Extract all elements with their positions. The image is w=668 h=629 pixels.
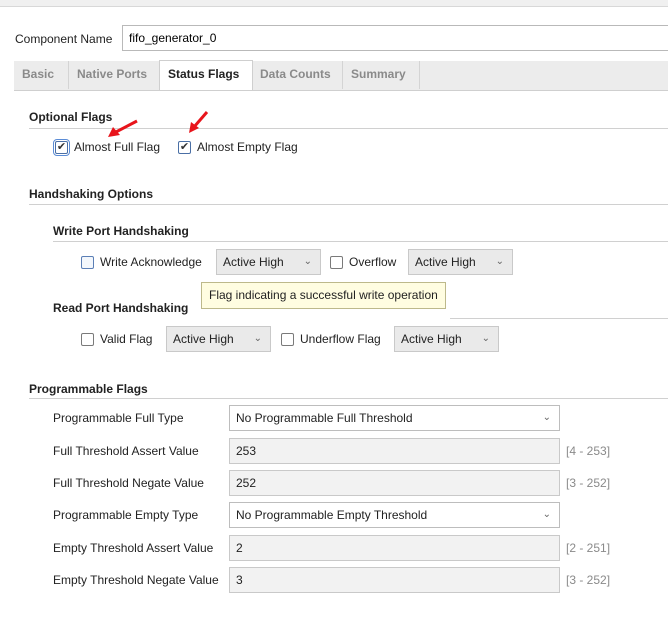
full-threshold-assert-label: Full Threshold Assert Value [53, 444, 199, 458]
overflow-polarity-select[interactable]: Active High ⌄ [408, 249, 513, 275]
tab-bar: Basic Native Ports Status Flags Data Cou… [14, 60, 668, 91]
chevron-down-icon: ⌄ [542, 509, 551, 520]
valid-polarity-select[interactable]: Active High ⌄ [166, 326, 271, 352]
annotation-arrow-icon [108, 119, 138, 137]
checkbox-box [330, 255, 343, 269]
divider [29, 398, 668, 399]
valid-flag-label: Valid Flag [100, 332, 153, 346]
almost-full-flag-checkbox[interactable]: ✔ Almost Full Flag [53, 138, 161, 156]
full-threshold-negate-label: Full Threshold Negate Value [53, 476, 204, 490]
programmable-full-type-value: No Programmable Full Threshold [236, 411, 413, 425]
divider [53, 241, 668, 242]
empty-threshold-assert-field[interactable]: 2 [229, 535, 560, 561]
overflow-checkbox[interactable]: Overflow [330, 255, 396, 269]
tab-status-flags[interactable]: Status Flags [159, 60, 253, 90]
almost-empty-flag-checkbox[interactable]: ✔ Almost Empty Flag [178, 140, 298, 154]
overflow-label: Overflow [349, 255, 397, 269]
overflow-polarity-value: Active High [415, 255, 476, 269]
write-acknowledge-label: Write Acknowledge [100, 255, 202, 269]
component-name-input[interactable] [122, 25, 668, 51]
almost-empty-flag-label: Almost Empty Flag [197, 140, 298, 154]
component-name-row: Component Name [0, 24, 668, 56]
tab-basic[interactable]: Basic [14, 61, 69, 89]
empty-threshold-negate-label: Empty Threshold Negate Value [53, 573, 219, 587]
optional-flags-title: Optional Flags [29, 110, 113, 124]
component-name-label: Component Name [15, 32, 113, 46]
handshaking-options-title: Handshaking Options [29, 187, 154, 201]
empty-threshold-negate-field[interactable]: 3 [229, 567, 560, 593]
empty-threshold-negate-range: [3 - 252] [566, 573, 611, 587]
chevron-down-icon: ⌄ [495, 256, 504, 267]
write-acknowledge-checkbox[interactable]: Write Acknowledge [81, 255, 202, 269]
tab-native-ports[interactable]: Native Ports [69, 61, 161, 89]
full-threshold-negate-range: [3 - 252] [566, 476, 611, 490]
chevron-down-icon: ⌄ [303, 256, 312, 267]
write-ack-polarity-value: Active High [223, 255, 284, 269]
almost-full-flag-label: Almost Full Flag [74, 140, 161, 154]
checkbox-box [281, 332, 294, 346]
checkbox-box [81, 332, 94, 346]
full-threshold-assert-range: [4 - 253] [566, 444, 611, 458]
divider [29, 204, 668, 205]
programmable-full-type-label: Programmable Full Type [53, 411, 184, 425]
divider [450, 318, 668, 319]
check-icon: ✔ [53, 138, 70, 156]
full-threshold-negate-field[interactable]: 252 [229, 470, 560, 496]
chevron-down-icon: ⌄ [481, 333, 490, 344]
checkbox-box [81, 255, 94, 269]
underflow-polarity-select[interactable]: Active High ⌄ [394, 326, 499, 352]
top-strip [0, 0, 668, 7]
write-ack-polarity-select[interactable]: Active High ⌄ [216, 249, 321, 275]
full-threshold-assert-field[interactable]: 253 [229, 438, 560, 464]
tooltip: Flag indicating a successful write opera… [201, 282, 446, 309]
tab-data-counts[interactable]: Data Counts [252, 61, 343, 89]
chevron-down-icon: ⌄ [253, 333, 262, 344]
valid-flag-checkbox[interactable]: Valid Flag [81, 332, 152, 346]
annotation-arrow-icon [189, 111, 209, 133]
chevron-down-icon: ⌄ [542, 412, 551, 423]
write-port-handshaking-title: Write Port Handshaking [53, 224, 189, 238]
read-port-handshaking-title: Read Port Handshaking [53, 301, 189, 315]
programmable-full-type-select[interactable]: No Programmable Full Threshold ⌄ [229, 405, 560, 431]
underflow-polarity-value: Active High [401, 332, 462, 346]
programmable-empty-type-value: No Programmable Empty Threshold [236, 508, 428, 522]
programmable-empty-type-label: Programmable Empty Type [53, 508, 199, 522]
tab-summary[interactable]: Summary [343, 61, 420, 89]
valid-polarity-value: Active High [173, 332, 234, 346]
underflow-flag-checkbox[interactable]: Underflow Flag [281, 332, 381, 346]
empty-threshold-assert-range: [2 - 251] [566, 541, 611, 555]
programmable-flags-title: Programmable Flags [29, 382, 148, 396]
check-icon: ✔ [178, 140, 191, 154]
empty-threshold-assert-label: Empty Threshold Assert Value [53, 541, 214, 555]
underflow-flag-label: Underflow Flag [300, 332, 381, 346]
programmable-empty-type-select[interactable]: No Programmable Empty Threshold ⌄ [229, 502, 560, 528]
